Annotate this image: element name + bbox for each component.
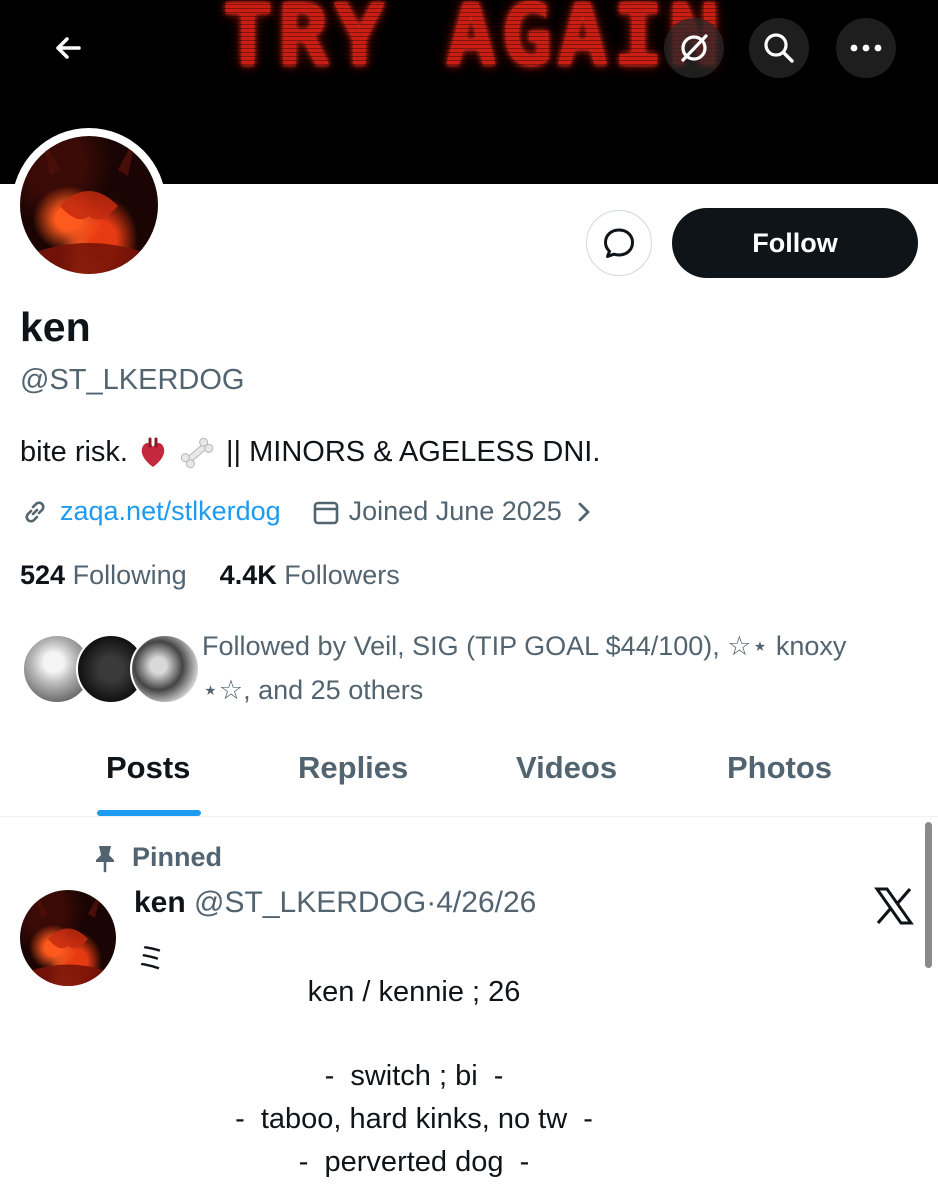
calendar-icon — [313, 501, 338, 524]
post-line-2: - switch ; bi - — [324, 1060, 504, 1092]
more-button[interactable] — [836, 18, 896, 78]
avatar-image — [20, 136, 158, 274]
joined-date[interactable]: Joined June 2025 — [349, 496, 562, 527]
post-line-4: - perverted dog - — [298, 1146, 530, 1178]
post-separator: · — [426, 886, 437, 919]
pinned-label: Pinned — [92, 842, 222, 873]
post-squiggle: ミ — [136, 943, 166, 976]
bio-text-end: || MINORS & AGELESS DNI. — [225, 436, 601, 468]
following-link[interactable]: 524 Following — [20, 560, 187, 590]
following-count: 524 — [20, 560, 66, 590]
message-icon — [604, 228, 634, 258]
grok-button[interactable] — [664, 18, 724, 78]
arrow-left-icon — [56, 37, 81, 59]
tab-replies[interactable]: Replies — [298, 750, 408, 786]
profile-handle: @ST_LKERDOG — [20, 364, 245, 396]
followed-by-text[interactable]: Followed by Veil, SIG (TIP GOAL $44/100)… — [202, 624, 902, 712]
back-button[interactable] — [38, 18, 98, 78]
post-author-avatar[interactable] — [20, 890, 116, 986]
message-button[interactable] — [586, 210, 652, 276]
x-logo-icon[interactable] — [874, 886, 914, 926]
more-icon — [850, 44, 882, 52]
profile-name: ken — [20, 304, 91, 350]
bio-text-start: bite risk. — [20, 436, 128, 468]
post-header: ken @ST_LKERDOG·4/26/26 — [134, 886, 536, 920]
follow-button[interactable]: Follow — [672, 208, 918, 278]
search-icon — [764, 33, 794, 63]
following-label: Following — [72, 560, 187, 590]
tab-videos[interactable]: Videos — [516, 750, 617, 786]
followers-label: Followers — [284, 560, 400, 590]
tab-posts[interactable]: Posts — [106, 750, 190, 786]
follower-avatar — [130, 634, 200, 704]
profile-stats: 524 Following 4.4K Followers — [20, 560, 400, 591]
followed-by-avatars[interactable] — [22, 634, 200, 706]
profile-avatar[interactable] — [12, 128, 166, 282]
post-line-3: - taboo, hard kinks, no tw - — [235, 1103, 593, 1135]
tab-photos[interactable]: Photos — [727, 750, 832, 786]
post-author-handle[interactable]: @ST_LKERDOG — [194, 886, 426, 919]
pinned-text: Pinned — [132, 842, 223, 872]
scrollbar[interactable] — [925, 822, 932, 968]
chevron-right-icon[interactable] — [574, 500, 594, 524]
post-date[interactable]: 4/26/26 — [436, 886, 536, 919]
active-tab-indicator — [97, 810, 201, 816]
anatomical-heart-icon — [141, 437, 165, 467]
profile-tabs: Posts Replies Videos Photos — [0, 738, 938, 817]
grok-icon — [681, 34, 708, 62]
followers-count: 4.4K — [219, 560, 277, 590]
bone-icon — [180, 437, 214, 468]
profile-meta: zaqa.net/stlkerdog Joined June 2025 — [20, 496, 594, 527]
pin-icon — [96, 845, 114, 872]
post-line-1: ken / kennie ; 26 — [307, 976, 521, 1008]
profile-link[interactable]: zaqa.net/stlkerdog — [60, 496, 281, 527]
post-author-name[interactable]: ken — [134, 886, 186, 919]
search-button[interactable] — [749, 18, 809, 78]
profile-bio: bite risk. || MINORS & AGELESS DNI. — [20, 436, 600, 469]
followers-link[interactable]: 4.4K Followers — [220, 560, 400, 590]
link-icon — [25, 500, 45, 523]
banner-text: TRY AGAIN — [222, 0, 724, 86]
